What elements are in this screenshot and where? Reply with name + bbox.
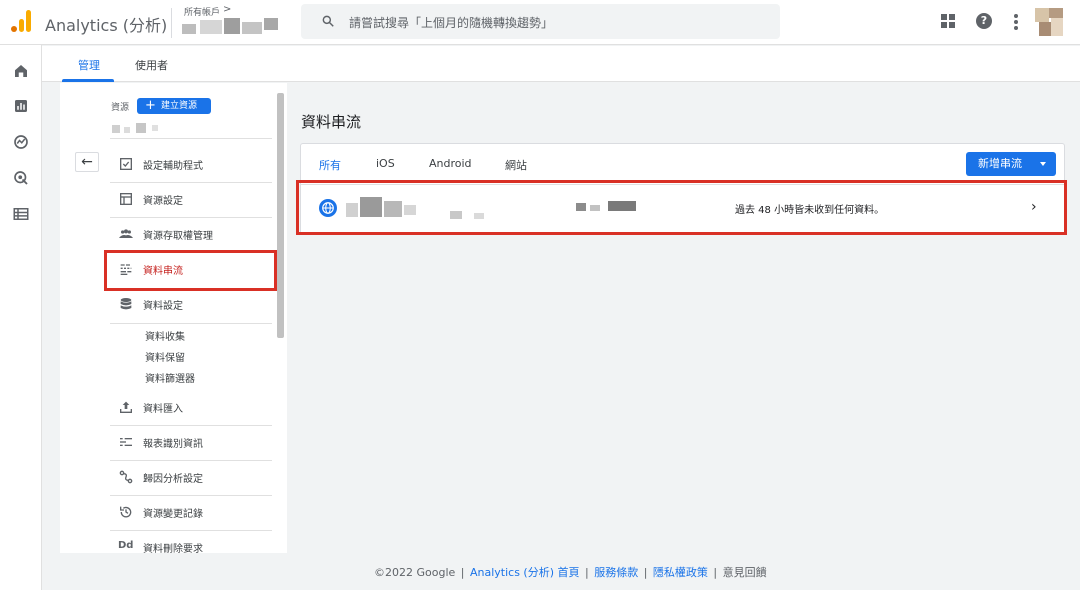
people-icon [119,229,133,238]
page-title: 資料串流 [301,113,362,131]
property-selector[interactable] [112,123,172,133]
account-chevron-icon: > [223,4,232,15]
nav-property-change-history[interactable]: 資源變更記錄 [110,495,272,529]
more-vert-icon[interactable] [1011,13,1021,31]
nav-label: 資源存取權管理 [143,231,213,242]
footer-feedback[interactable]: 意見回饋 [723,566,767,579]
sub-data-collection[interactable]: 資料收集 [145,328,185,343]
history-icon [120,506,132,518]
scrollbar[interactable] [277,93,284,338]
checklist-icon [120,158,132,170]
footer-link-home[interactable]: Analytics (分析) 首頁 [470,566,580,579]
header-divider [171,8,172,38]
app-title[interactable]: Analytics (分析) [45,12,167,36]
stream-tab-ios[interactable]: iOS [376,157,395,170]
home-icon[interactable] [12,62,30,80]
stream-tab-web[interactable]: 網站 [505,157,527,173]
attribution-icon [119,470,133,484]
avatar[interactable] [1035,8,1063,36]
footer-link-privacy[interactable]: 隱私權政策 [653,566,708,579]
search-bar[interactable]: 請嘗試搜尋「上個月的隨機轉換趨勢」 [301,4,780,39]
configure-list-icon[interactable] [12,205,30,223]
create-property-button[interactable]: + 建立資源 [137,98,211,114]
nav-label: 報表識別資訊 [143,439,203,450]
back-arrow-icon[interactable]: ← [75,152,99,172]
upload-icon [120,401,132,413]
nav-label: 資源設定 [143,196,183,207]
search-placeholder: 請嘗試搜尋「上個月的隨機轉換趨勢」 [349,16,554,30]
nav-label: 資源變更記錄 [143,509,203,520]
footer-link-terms[interactable]: 服務條款 [594,566,638,579]
nav-label: 資料刪除要求 [143,544,203,553]
tab-admin[interactable]: 管理 [78,57,100,73]
create-property-label: 建立資源 [161,101,198,111]
reports-icon[interactable] [12,97,30,115]
stream-tab-all[interactable]: 所有 [319,157,341,173]
nav-data-import[interactable]: 資料匯入 [110,390,272,424]
nav-label: 歸因分析設定 [143,474,203,485]
property-label: 資源 [111,103,130,113]
nav-data-deletion-requests[interactable]: Dd 資料刪除要求 [110,530,272,553]
highlight-box-data-streams [104,250,277,291]
nav-property-access[interactable]: 資源存取權管理 [110,217,272,251]
help-icon[interactable]: ? [976,13,992,29]
apps-grid-icon[interactable] [941,14,955,28]
nav-setup-assistant[interactable]: 設定輔助程式 [110,147,272,181]
footer: ©2022 Google | Analytics (分析) 首頁 | 服務條款 … [374,566,767,579]
analytics-logo-icon[interactable] [11,10,33,32]
nav-label: 資料匯入 [143,404,183,415]
left-nav-rail [0,45,42,590]
plus-icon: + [145,98,156,113]
nav-label: 資料設定 [143,301,183,312]
account-label[interactable]: 所有帳戶 [184,5,220,18]
top-bar: Analytics (分析) 所有帳戶 > 請嘗試搜尋「上個月的隨機轉換趨勢」 … [0,0,1080,45]
nav-attribution-settings[interactable]: 歸因分析設定 [110,460,272,494]
explore-icon[interactable] [12,133,30,151]
nav-property-settings[interactable]: 資源設定 [110,182,272,216]
database-icon [120,298,132,310]
highlight-box-stream-row [296,180,1067,235]
sub-data-filters[interactable]: 資料篩選器 [145,370,195,385]
dropdown-caret-icon [1040,162,1046,166]
active-tab-indicator [62,79,114,82]
divider [110,323,272,324]
property-settings-icon [120,193,132,205]
dd-icon: Dd [118,540,134,551]
property-column: 資源 + 建立資源 ← 設定輔助程式 資源設定 資源存取權管理 資料串流 資料設… [60,83,287,553]
nav-reporting-identity[interactable]: 報表識別資訊 [110,425,272,459]
account-selector[interactable] [182,18,282,36]
nav-data-settings[interactable]: 資料設定 [110,287,272,321]
stream-tab-android[interactable]: Android [429,157,472,170]
footer-copyright: ©2022 Google [374,566,456,579]
tab-users[interactable]: 使用者 [135,57,168,73]
admin-tabs: 管理 使用者 [42,46,1080,82]
sub-data-retention[interactable]: 資料保留 [145,349,185,364]
add-stream-label: 新增串流 [978,157,1022,170]
add-stream-button[interactable]: 新增串流 [966,152,1056,176]
divider [110,138,272,139]
search-icon [322,15,334,27]
advertising-icon[interactable] [12,169,30,187]
reporting-identity-icon [120,438,132,446]
nav-label: 設定輔助程式 [143,161,203,172]
